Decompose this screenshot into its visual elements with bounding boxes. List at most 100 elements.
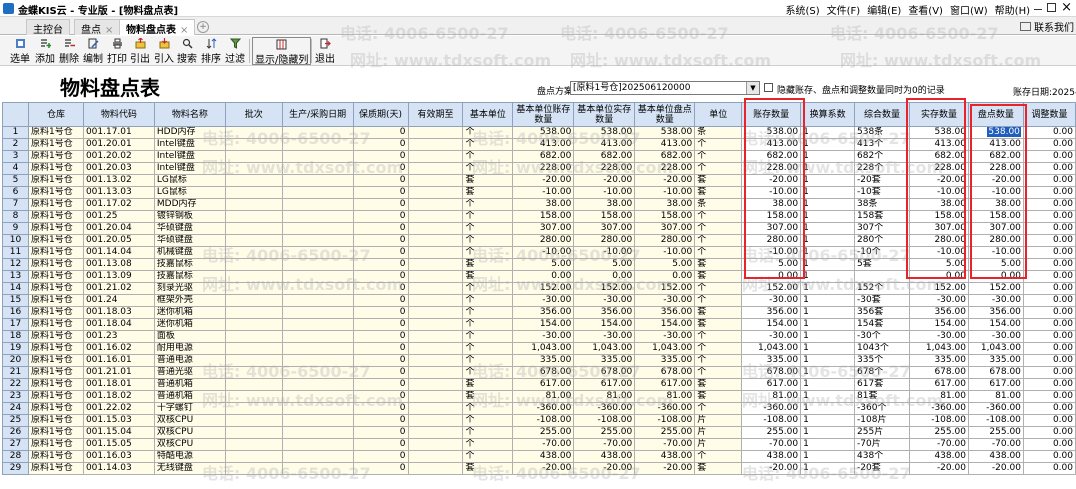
menu-window[interactable]: 窗口(W) <box>950 2 988 17</box>
contact-us-button[interactable]: 联系我们 <box>1020 18 1074 34</box>
table-cell[interactable]: 0.00 <box>1022 366 1076 379</box>
table-row[interactable]: 25 原料1号仓 001.15.03 双核CPU 0 个 -108.00 -108.00 -10… <box>2 414 1076 427</box>
table-cell[interactable]: 38.00 <box>967 198 1024 211</box>
export-button[interactable]: 引出 <box>130 37 150 65</box>
table-row[interactable]: 29 原料1号仓 001.14.03 无线键盘 0 套 -20.00 -20.00 -20.00… <box>2 462 1076 475</box>
table-cell[interactable]: 0.00 <box>1022 150 1076 163</box>
table-row[interactable]: 3 原料1号仓 001.20.02 Intel键盘 0 个 682.00 682.00 682.… <box>2 150 1076 163</box>
column-header[interactable]: 单位 <box>694 102 743 127</box>
table-cell[interactable]: 81.00 <box>967 390 1024 403</box>
table-row[interactable]: 15 原料1号仓 001.24 框架外壳 0 个 -30.00 -30.00 -30.00 个 -3… <box>2 294 1076 307</box>
table-row[interactable]: 27 原料1号仓 001.15.05 双核CPU 0 个 -70.00 -70.00 -70.0… <box>2 438 1076 451</box>
column-header[interactable]: 保质期(天) <box>352 102 409 127</box>
column-header[interactable]: 物料名称 <box>153 102 226 127</box>
exit-button[interactable]: 退出 <box>315 37 335 65</box>
table-cell[interactable]: -30.00 <box>967 330 1024 343</box>
tab-inventory-count[interactable]: 盘点 × <box>74 19 121 36</box>
table-cell[interactable]: 5.00 <box>967 258 1024 271</box>
select-bill-button[interactable]: 选单 <box>10 37 30 65</box>
table-cell[interactable]: 0.00 <box>1022 306 1076 319</box>
table-cell[interactable]: 0.00 <box>1022 294 1076 307</box>
table-row[interactable]: 12 原料1号仓 001.13.08 技嘉鼠标 0 套 5.00 5.00 5.00 套 5.00 1… <box>2 258 1076 271</box>
table-cell[interactable]: 0.00 <box>1022 330 1076 343</box>
table-cell[interactable]: -360.00 <box>967 402 1024 415</box>
table-cell[interactable]: -20.00 <box>967 174 1024 187</box>
show-hide-columns-button[interactable]: 显示/隐藏列 <box>252 37 312 66</box>
table-row[interactable]: 22 原料1号仓 001.18.01 普通机箱 0 套 617.00 617.00 617.00… <box>2 378 1076 391</box>
table-row[interactable]: 28 原料1号仓 001.16.03 特酷电源 0 个 438.00 438.00 438.00… <box>2 450 1076 463</box>
table-cell[interactable]: 0.00 <box>1022 414 1076 427</box>
table-cell[interactable]: 0.00 <box>1022 354 1076 367</box>
column-header[interactable]: 仓库 <box>27 102 84 127</box>
menu-view[interactable]: 查看(V) <box>908 2 943 17</box>
table-row[interactable]: 14 原料1号仓 001.21.02 刻录光驱 0 个 152.00 152.00 152.00… <box>2 282 1076 295</box>
hide-zero-records-checkbox[interactable] <box>764 83 773 92</box>
table-cell[interactable]: 0.00 <box>1022 342 1076 355</box>
column-header[interactable]: 盘点数量 <box>967 102 1024 127</box>
column-header[interactable]: 账存数量 <box>741 102 802 127</box>
column-header[interactable]: 调整数量 <box>1022 102 1076 127</box>
table-row[interactable]: 6 原料1号仓 001.13.03 LG鼠标 0 套 -10.00 -10.00 -10.00 套… <box>2 186 1076 199</box>
sort-button[interactable]: 排序 <box>201 37 221 65</box>
table-row[interactable]: 19 原料1号仓 001.16.02 耐用电源 0 个 1,043.00 1,043.00 1,… <box>2 342 1076 355</box>
table-cell[interactable]: 0.00 <box>1022 186 1076 199</box>
table-cell[interactable]: 255.00 <box>967 426 1024 439</box>
table-row[interactable]: 13 原料1号仓 001.13.09 技嘉鼠标 0 套 0.00 0.00 0.00 套 0.00 1… <box>2 270 1076 283</box>
table-cell[interactable]: 280.00 <box>967 234 1024 247</box>
column-header[interactable]: 基本单位 <box>462 102 514 127</box>
table-row[interactable]: 5 原料1号仓 001.13.02 LG鼠标 0 套 -20.00 -20.00 -20.00 套… <box>2 174 1076 187</box>
import-button[interactable]: 引入 <box>154 37 174 65</box>
table-cell[interactable]: 0.00 <box>1022 462 1076 475</box>
column-header[interactable]: 基本单位盘点数量 <box>634 102 696 127</box>
table-row[interactable]: 18 原料1号仓 001.23 面板 0 个 -30.00 -30.00 -30.00 个 -30.… <box>2 330 1076 343</box>
table-row[interactable]: 16 原料1号仓 001.18.03 迷你机箱 0 个 356.00 356.00 356.00… <box>2 306 1076 319</box>
column-header[interactable]: 综合数量 <box>854 102 910 127</box>
table-cell[interactable]: 678.00 <box>967 366 1024 379</box>
table-row[interactable]: 2 原料1号仓 001.20.01 Intel键盘 0 个 413.00 413.00 413.… <box>2 138 1076 151</box>
table-cell[interactable]: 0.00 <box>1022 138 1076 151</box>
table-cell[interactable]: 0.00 <box>1022 126 1076 139</box>
tab-close-icon[interactable]: × <box>180 25 188 36</box>
menu-help[interactable]: 帮助(H) <box>995 2 1030 17</box>
column-header[interactable]: 换算系数 <box>800 102 856 127</box>
table-cell[interactable]: 538.00 <box>967 126 1024 139</box>
table-cell[interactable]: -10.00 <box>967 186 1024 199</box>
table-cell[interactable]: -30.00 <box>967 294 1024 307</box>
table-row[interactable]: 21 原料1号仓 001.21.01 普通光驱 0 个 678.00 678.00 678.00… <box>2 366 1076 379</box>
table-row[interactable]: 11 原料1号仓 001.14.04 机械键盘 0 个 -10.00 -10.00 -10.00… <box>2 246 1076 259</box>
table-cell[interactable]: 0.00 <box>1022 402 1076 415</box>
add-tab-icon[interactable]: + <box>197 21 209 33</box>
table-cell[interactable]: -108.00 <box>967 414 1024 427</box>
table-row[interactable]: 23 原料1号仓 001.18.02 普通机箱 0 套 81.00 81.00 81.00 套 81… <box>2 390 1076 403</box>
table-row[interactable]: 9 原料1号仓 001.20.04 华硕键盘 0 个 307.00 307.00 307.00 个… <box>2 222 1076 235</box>
table-cell[interactable]: 0.00 <box>1022 210 1076 223</box>
table-cell[interactable]: 307.00 <box>967 222 1024 235</box>
menu-system[interactable]: 系统(S) <box>785 2 819 17</box>
print-button[interactable]: 打印 <box>107 37 127 65</box>
table-cell[interactable]: 682.00 <box>967 150 1024 163</box>
table-cell[interactable]: 0.00 <box>1022 438 1076 451</box>
tab-material-count-sheet[interactable]: 物料盘点表 × <box>119 19 196 36</box>
column-header[interactable]: 基本单位实存数量 <box>573 102 636 127</box>
table-cell[interactable]: 0.00 <box>1022 450 1076 463</box>
table-cell[interactable]: 0.00 <box>967 270 1024 283</box>
table-row[interactable]: 26 原料1号仓 001.15.04 双核CPU 0 个 255.00 255.00 255.0… <box>2 426 1076 439</box>
table-row[interactable]: 20 原料1号仓 001.16.01 普通电源 0 个 335.00 335.00 335.00… <box>2 354 1076 367</box>
table-cell[interactable]: 356.00 <box>967 306 1024 319</box>
table-cell[interactable]: 617.00 <box>967 378 1024 391</box>
table-cell[interactable]: 438.00 <box>967 450 1024 463</box>
table-cell[interactable]: 0.00 <box>1022 246 1076 259</box>
table-row[interactable]: 10 原料1号仓 001.20.05 华硕键盘 0 个 280.00 280.00 280.00… <box>2 234 1076 247</box>
table-cell[interactable]: 0.00 <box>1022 234 1076 247</box>
column-header[interactable]: 基本单位账存数量 <box>512 102 575 127</box>
table-row[interactable]: 8 原料1号仓 001.25 镀锌钢板 0 个 158.00 158.00 158.00 个 158… <box>2 210 1076 223</box>
table-cell[interactable]: 0.00 <box>1022 258 1076 271</box>
table-cell[interactable]: 0.00 <box>1022 282 1076 295</box>
table-cell[interactable]: -20.00 <box>967 462 1024 475</box>
table-cell[interactable]: 0.00 <box>1022 270 1076 283</box>
table-cell[interactable]: 335.00 <box>967 354 1024 367</box>
column-header[interactable]: 生产/采购日期 <box>281 102 354 127</box>
table-cell[interactable]: 1,043.00 <box>967 342 1024 355</box>
table-row[interactable]: 1 原料1号仓 001.17.01 HDD内存 0 个 538.00 538.00 538.00… <box>2 126 1076 139</box>
chevron-down-icon[interactable]: ▼ <box>746 82 759 94</box>
